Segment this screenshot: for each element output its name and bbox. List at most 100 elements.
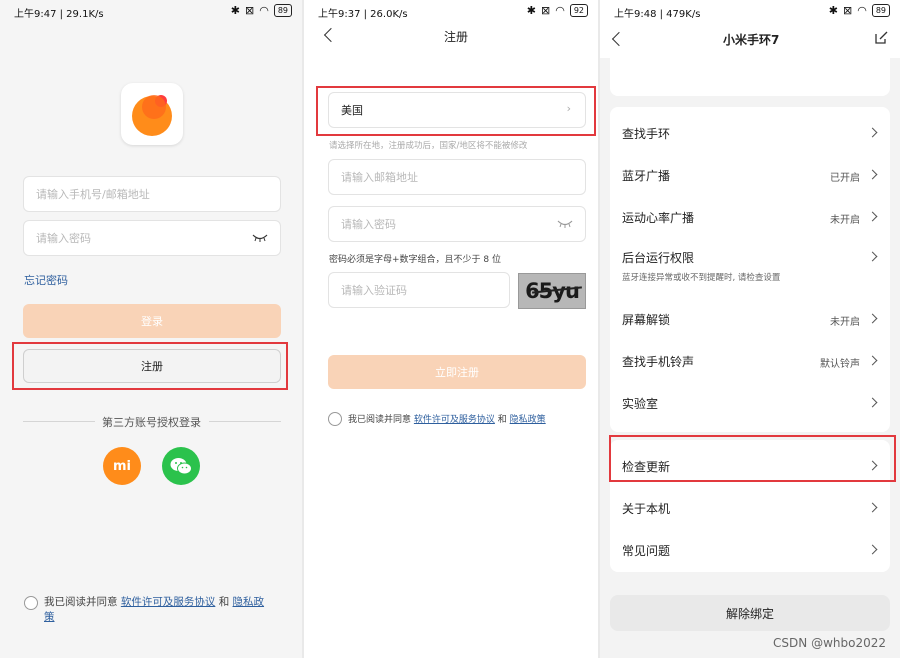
password-rule: 密码必须是字母+数字组合，且不少于 8 位 <box>329 255 501 265</box>
agreement-checkbox[interactable] <box>328 412 342 426</box>
xiaomi-login-button[interactable]: mi <box>103 447 141 485</box>
chevron-right-icon <box>867 397 878 408</box>
divider-left <box>23 421 95 422</box>
settings-row-label: 查找手机铃声 <box>622 355 695 369</box>
wechat-login-button[interactable] <box>162 447 200 485</box>
agreement-and: 和 <box>497 415 507 425</box>
eye-closed-icon[interactable] <box>252 234 268 242</box>
xiaomi-icon: mi <box>112 458 131 474</box>
settings-row-value: 未开启 <box>830 317 860 328</box>
password-input[interactable]: 请输入密码 <box>328 206 586 242</box>
region-value: 美国 <box>341 104 363 117</box>
captcha-input[interactable]: 请输入验证码 <box>328 272 510 308</box>
watermark: CSDN @whbo2022 <box>773 636 886 650</box>
settings-row-label: 常见问题 <box>622 544 671 558</box>
eye-closed-icon[interactable] <box>557 220 573 228</box>
settings-row-value: 已开启 <box>830 173 860 184</box>
email-input[interactable]: 请输入邮箱地址 <box>328 159 586 195</box>
login-button-label: 登录 <box>141 315 163 328</box>
settings-row-phone-ringtone[interactable]: 查找手机铃声 默认铃声 <box>610 345 890 377</box>
chevron-right-icon <box>867 544 878 555</box>
settings-row-label: 后台运行权限 <box>622 251 695 265</box>
license-link[interactable]: 软件许可及服务协议 <box>121 596 216 608</box>
unbind-button[interactable]: 解除绑定 <box>610 595 890 631</box>
bluetooth-icon: ✱ <box>828 3 838 17</box>
wifi-icon: ◠ <box>857 3 867 17</box>
unbind-button-label: 解除绑定 <box>725 606 774 621</box>
settings-row-faq[interactable]: 常见问题 <box>610 534 890 566</box>
account-input[interactable]: 请输入手机号/邮箱地址 <box>23 176 281 212</box>
register-button[interactable]: 注册 <box>23 349 281 383</box>
back-icon[interactable] <box>323 27 339 43</box>
settings-row-label: 运动心率广播 <box>622 211 695 225</box>
bluetooth-icon: ✱ <box>526 3 536 17</box>
password-input[interactable]: 请输入密码 <box>23 220 281 256</box>
settings-row-find-band[interactable]: 查找手环 <box>610 117 890 149</box>
settings-row-bluetooth-broadcast[interactable]: 蓝牙广播 已开启 <box>610 159 890 191</box>
register-submit-label: 立即注册 <box>435 366 479 379</box>
status-bar: 上午9:37 | 26.0K/s ✱ ⊠ ◠ 92 <box>318 4 588 20</box>
settings-row-background-permission[interactable]: 后台运行权限 蓝牙连接异常或收不到提醒时, 请检查设置 <box>610 243 890 287</box>
settings-row-subtext: 蓝牙连接异常或收不到提醒时, 请检查设置 <box>622 273 781 283</box>
chevron-right-icon <box>867 313 878 324</box>
status-icons: ✱ ⊠ ◠ 89 <box>829 4 890 17</box>
wechat-icon <box>170 458 192 475</box>
email-placeholder: 请输入邮箱地址 <box>341 171 418 184</box>
status-bar: 上午9:47 | 29.1K/s ✱ ⊠ ◠ 89 <box>14 4 292 20</box>
status-time: 上午9:37 | 26.0K/s <box>318 9 408 20</box>
battery-icon: 89 <box>871 4 890 17</box>
settings-row-label: 实验室 <box>622 397 659 411</box>
app-logo-icon <box>132 95 172 136</box>
account-placeholder: 请输入手机号/邮箱地址 <box>36 188 150 201</box>
chevron-right-icon <box>867 251 878 262</box>
login-screen: 上午9:47 | 29.1K/s ✱ ⊠ ◠ 89 请输入手机号/邮箱地址 请输… <box>0 0 302 658</box>
settings-row-about[interactable]: 关于本机 <box>610 492 890 524</box>
top-card-partial <box>610 58 890 96</box>
license-link[interactable]: 软件许可及服务协议 <box>414 415 495 425</box>
login-button[interactable]: 登录 <box>23 304 281 338</box>
chevron-right-icon <box>867 169 878 180</box>
settings-row-label: 屏幕解锁 <box>622 313 671 327</box>
page-title: 小米手环7 <box>723 33 780 47</box>
chevron-right-icon: › <box>566 102 571 115</box>
status-icons: ✱ ⊠ ◠ 89 <box>231 4 292 17</box>
highlight-box <box>609 435 896 482</box>
app-logo <box>121 83 183 145</box>
agreement-checkbox[interactable] <box>24 596 38 610</box>
agreement-prefix: 我已阅读并同意 <box>44 596 118 608</box>
bluetooth-icon: ✱ <box>230 3 240 17</box>
register-submit-button[interactable]: 立即注册 <box>328 355 586 389</box>
privacy-link-end[interactable]: 策 <box>44 611 55 623</box>
agreement-prefix: 我已阅读并同意 <box>348 415 412 425</box>
settings-card: 查找手环 蓝牙广播 已开启 运动心率广播 未开启 后台运行权限 蓝牙连接异常或收… <box>610 107 890 432</box>
register-button-label: 注册 <box>141 360 163 373</box>
settings-row-value: 默认铃声 <box>820 359 860 370</box>
privacy-link[interactable]: 隐私政 <box>233 596 265 608</box>
settings-row-lab[interactable]: 实验室 <box>610 387 890 419</box>
region-hint: 请选择所在地，注册成功后，国家/地区将不能被修改 <box>329 141 528 151</box>
edit-icon[interactable] <box>875 31 888 44</box>
settings-row-label: 蓝牙广播 <box>622 169 671 183</box>
password-placeholder: 请输入密码 <box>341 218 396 231</box>
device-settings-screen: 上午9:48 | 479K/s ✱ ⊠ ◠ 89 小米手环7 查找手环 蓝牙广播… <box>600 0 900 658</box>
page-title: 注册 <box>444 30 469 44</box>
status-time: 上午9:48 | 479K/s <box>614 9 701 20</box>
status-icons: ✱ ⊠ ◠ 92 <box>527 4 588 17</box>
status-time: 上午9:47 | 29.1K/s <box>14 9 104 20</box>
chevron-right-icon <box>867 502 878 513</box>
settings-row-label: 查找手环 <box>622 127 671 141</box>
settings-row-value: 未开启 <box>830 215 860 226</box>
forgot-password-link[interactable]: 忘记密码 <box>24 272 68 288</box>
agreement-text: 我已阅读并同意 软件许可及服务协议 和 隐私政策 <box>348 413 546 428</box>
divider-right <box>209 421 281 422</box>
settings-row-heart-rate-broadcast[interactable]: 运动心率广播 未开启 <box>610 201 890 233</box>
settings-row-screen-unlock[interactable]: 屏幕解锁 未开启 <box>610 303 890 335</box>
privacy-link[interactable]: 隐私政策 <box>510 415 546 425</box>
wifi-icon: ◠ <box>259 3 269 17</box>
region-select[interactable]: 美国 › <box>328 92 586 128</box>
battery-icon: 89 <box>273 4 292 17</box>
status-bar: 上午9:48 | 479K/s ✱ ⊠ ◠ 89 <box>614 4 890 20</box>
wifi-icon: ◠ <box>555 3 565 17</box>
captcha-placeholder: 请输入验证码 <box>341 284 407 297</box>
chevron-right-icon <box>867 355 878 366</box>
